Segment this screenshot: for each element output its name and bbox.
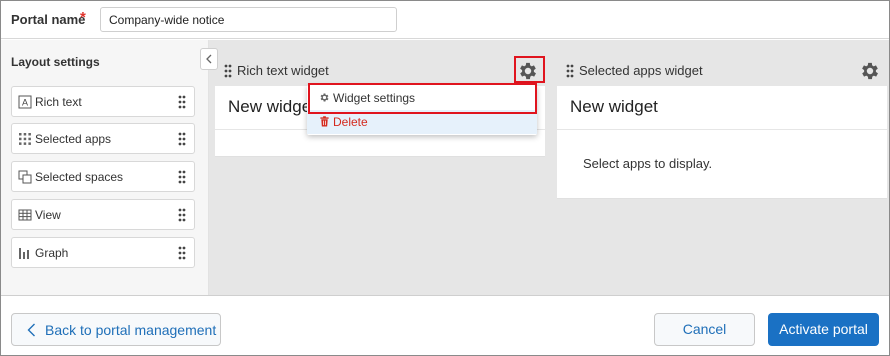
back-to-portal-management-button[interactable]: Back to portal management xyxy=(11,313,221,346)
header: Portal name * xyxy=(1,1,889,39)
drag-handle-icon[interactable] xyxy=(178,132,186,146)
drag-handle-icon[interactable] xyxy=(178,208,186,222)
sidebar-item-label: View xyxy=(35,208,61,222)
sidebar-item-selected-apps[interactable]: Selected apps xyxy=(11,123,195,154)
sidebar-item-label: Selected apps xyxy=(35,132,112,146)
widget-header-title: Rich text widget xyxy=(237,63,329,78)
sidebar-item-label: Rich text xyxy=(35,95,82,109)
selected-apps-widget[interactable]: Selected apps widget New widget Select a… xyxy=(557,56,887,199)
portal-editor: Portal name * Layout settings A Rich tex… xyxy=(0,0,890,356)
widget-header-title: Selected apps widget xyxy=(579,63,703,78)
sidebar-item-selected-spaces[interactable]: Selected spaces xyxy=(11,161,195,192)
widget-header[interactable]: Rich text widget xyxy=(215,56,545,86)
apps-grid-icon xyxy=(19,133,31,145)
sidebar-item-label: Selected spaces xyxy=(35,170,124,184)
gear-icon[interactable] xyxy=(859,60,881,82)
activate-portal-button[interactable]: Activate portal xyxy=(768,313,879,346)
drag-handle-icon[interactable] xyxy=(566,64,574,78)
chevron-left-icon xyxy=(27,323,35,336)
bar-graph-icon xyxy=(19,248,29,259)
drag-handle-icon[interactable] xyxy=(178,246,186,260)
widget-title: New widget xyxy=(557,86,887,130)
drag-handle-icon[interactable] xyxy=(178,95,186,109)
portal-name-input[interactable] xyxy=(100,7,397,32)
widget-content: Select apps to display. xyxy=(583,156,713,171)
layout-canvas: Rich text widget New widget Selected app… xyxy=(209,40,889,295)
drag-handle-icon[interactable] xyxy=(224,64,232,78)
widget-header[interactable]: Selected apps widget xyxy=(557,56,887,86)
chevron-left-icon xyxy=(206,54,212,64)
menu-item-label: Delete xyxy=(333,115,368,129)
sidebar-item-label: Graph xyxy=(35,246,69,260)
sidebar-item-view[interactable]: View xyxy=(11,199,195,230)
sidebar-item-graph[interactable]: Graph xyxy=(11,237,195,268)
footer: Back to portal management Cancel Activat… xyxy=(1,295,889,355)
required-mark: * xyxy=(80,9,86,26)
portal-name-label: Portal name xyxy=(11,12,86,27)
cancel-button[interactable]: Cancel xyxy=(654,313,755,346)
rich-text-icon: A xyxy=(18,95,32,109)
svg-text:A: A xyxy=(22,98,28,108)
spaces-icon xyxy=(18,170,32,184)
gear-highlight-box xyxy=(514,56,545,83)
widget-settings-highlight-box xyxy=(308,83,537,114)
layout-settings-sidebar: Layout settings A Rich text Selected app… xyxy=(1,40,209,295)
drag-handle-icon[interactable] xyxy=(178,170,186,184)
table-view-icon xyxy=(18,209,32,221)
widget-body: New widget Select apps to display. xyxy=(557,86,887,199)
sidebar-title: Layout settings xyxy=(11,55,100,69)
sidebar-item-rich-text[interactable]: A Rich text xyxy=(11,86,195,117)
trash-icon xyxy=(320,116,329,127)
back-button-label: Back to portal management xyxy=(45,321,217,338)
collapse-sidebar-button[interactable] xyxy=(200,48,218,70)
